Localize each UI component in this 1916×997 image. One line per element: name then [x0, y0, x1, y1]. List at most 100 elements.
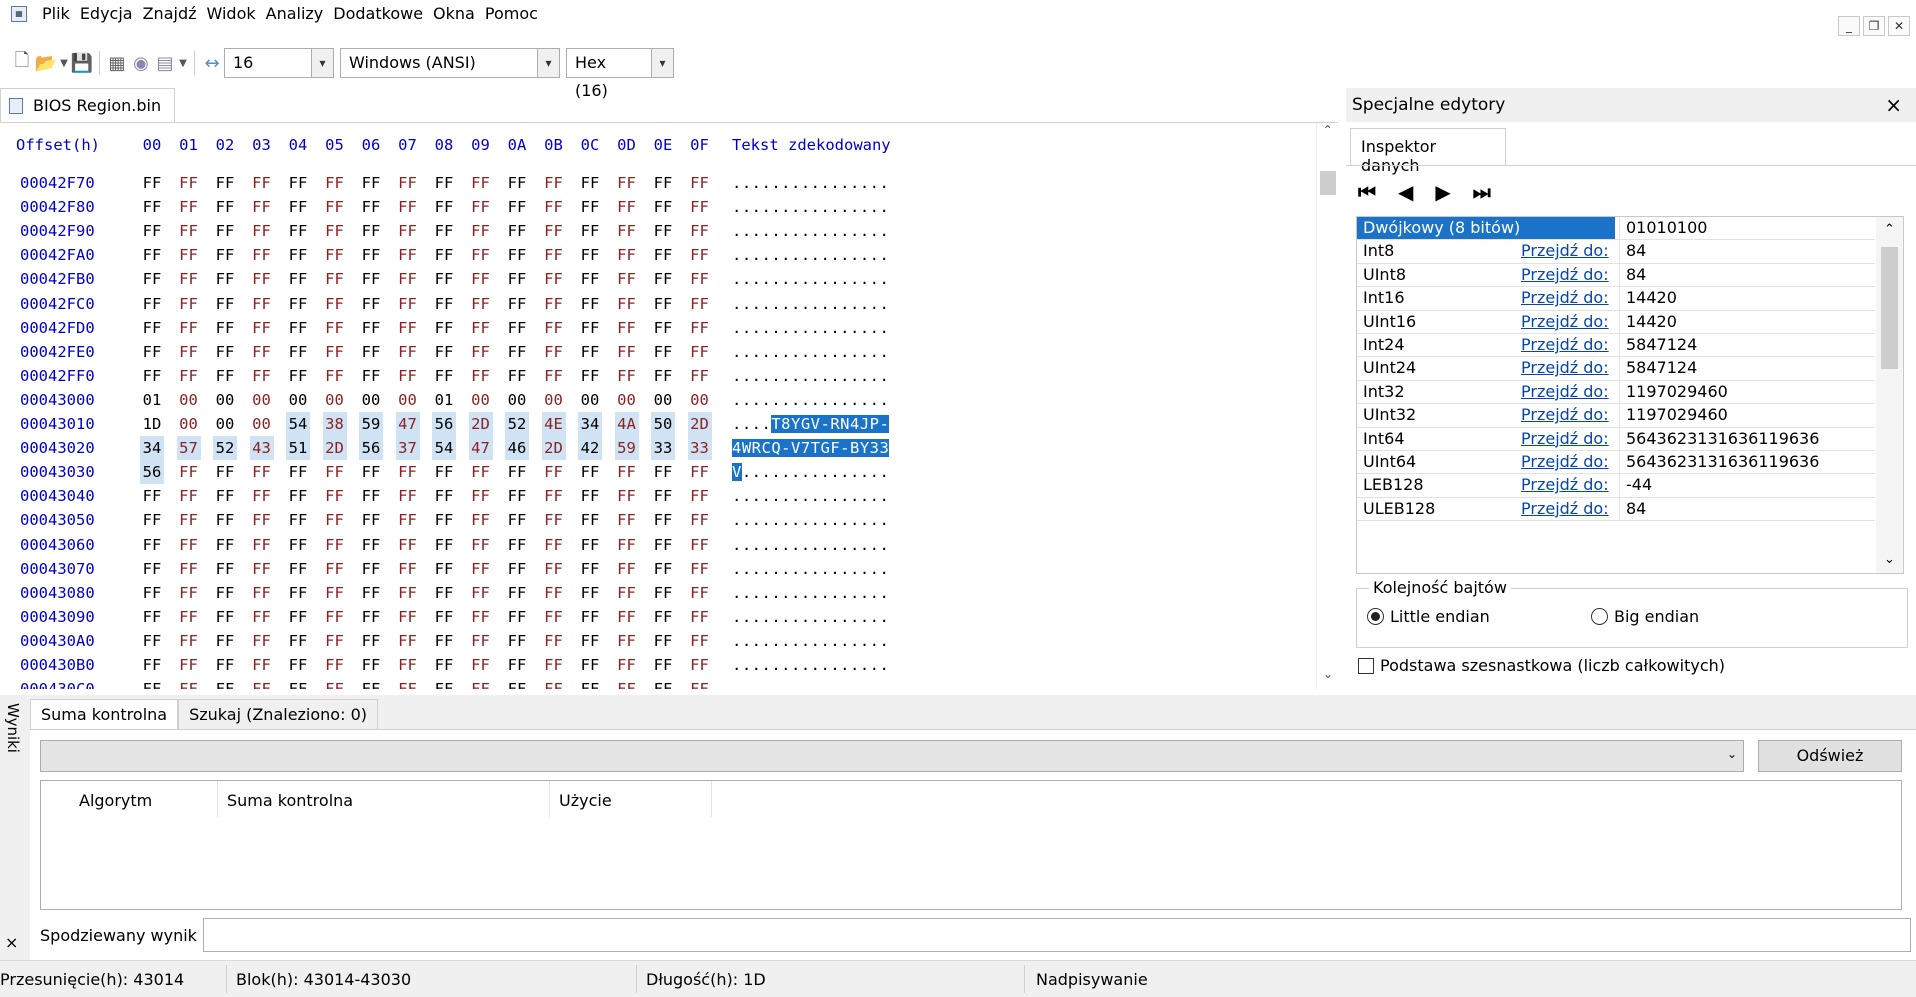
hex-byte[interactable]: 2D	[541, 436, 566, 461]
hex-byte[interactable]: FF	[213, 484, 237, 508]
hex-byte[interactable]: FF	[286, 364, 310, 388]
hex-byte[interactable]: FF	[615, 677, 639, 689]
hex-row[interactable]: 00042F80 FF FF FF FF FF FF FF FF FF FF FF FF FF FF FF FF…	[0, 195, 1316, 219]
hex-byte[interactable]: FF	[469, 460, 493, 484]
hex-byte[interactable]: FF	[213, 677, 237, 689]
hex-byte[interactable]: FF	[615, 171, 639, 195]
inspector-row[interactable]: Dwójkowy (8 bitów) 01010100	[1357, 217, 1875, 241]
hex-byte[interactable]: FF	[505, 364, 529, 388]
hex-byte[interactable]: FF	[140, 629, 164, 653]
hex-byte[interactable]: FF	[213, 340, 237, 364]
hex-byte[interactable]: FF	[250, 171, 274, 195]
goto-link[interactable]: Przejdź do:	[1521, 428, 1609, 450]
hex-byte[interactable]: FF	[250, 316, 274, 340]
hex-byte[interactable]: FF	[578, 629, 602, 653]
hex-byte[interactable]: FF	[213, 508, 237, 532]
decoded-text[interactable]: ................	[732, 292, 922, 316]
menu-find[interactable]: Znajdź	[138, 0, 202, 27]
hex-byte[interactable]: FF	[323, 364, 347, 388]
chevron-down-icon[interactable]: ▾	[537, 49, 559, 77]
hex-byte[interactable]: FF	[469, 292, 493, 316]
hex-byte[interactable]: FF	[323, 605, 347, 629]
hex-byte[interactable]: FF	[213, 171, 237, 195]
hex-byte[interactable]: FF	[250, 243, 274, 267]
hex-byte[interactable]: FF	[542, 581, 566, 605]
hex-byte[interactable]: FF	[359, 171, 383, 195]
hex-byte[interactable]: FF	[177, 508, 201, 532]
hex-view[interactable]: Offset(h) 00 01 02 03 04 05 06 07 08 09 0A 0B 0C 0D 0E 0…	[0, 123, 1316, 689]
hex-byte[interactable]: 00	[213, 412, 237, 436]
hex-byte[interactable]: FF	[213, 267, 237, 291]
hex-byte[interactable]: 43	[249, 436, 274, 461]
hex-byte[interactable]: FF	[177, 292, 201, 316]
hex-byte[interactable]: FF	[542, 195, 566, 219]
hex-byte[interactable]: FF	[213, 653, 237, 677]
hex-byte[interactable]: FF	[140, 316, 164, 340]
hex-byte[interactable]: FF	[688, 605, 712, 629]
hex-byte[interactable]: FF	[396, 653, 420, 677]
hex-byte[interactable]: 00	[688, 388, 712, 412]
hex-byte[interactable]: FF	[505, 171, 529, 195]
chevron-down-icon[interactable]: ⌄	[1727, 747, 1737, 761]
hex-byte[interactable]: FF	[542, 677, 566, 689]
hex-row[interactable]: 00042F90 FF FF FF FF FF FF FF FF FF FF FF FF FF FF FF FF…	[0, 219, 1316, 243]
hex-byte[interactable]: FF	[688, 653, 712, 677]
first-icon[interactable]: ⏮	[1358, 180, 1376, 204]
expected-result-input[interactable]	[202, 918, 1911, 952]
hex-byte[interactable]: FF	[250, 292, 274, 316]
hex-byte[interactable]: FF	[396, 484, 420, 508]
hex-byte[interactable]: FF	[578, 533, 602, 557]
new-file-icon[interactable]: 🗋	[10, 50, 34, 75]
hex-byte[interactable]: FF	[286, 195, 310, 219]
hex-byte[interactable]: 01	[432, 388, 456, 412]
hex-byte[interactable]: FF	[505, 557, 529, 581]
hex-byte[interactable]: FF	[505, 316, 529, 340]
dropdown-arrow-icon[interactable]: ▼	[58, 51, 70, 75]
hex-byte[interactable]: FF	[615, 557, 639, 581]
hex-byte[interactable]: FF	[469, 484, 493, 508]
hex-byte[interactable]: FF	[651, 267, 675, 291]
hex-byte[interactable]: FF	[213, 581, 237, 605]
decoded-text[interactable]: ................	[732, 316, 922, 340]
hex-byte[interactable]: FF	[177, 316, 201, 340]
hex-byte[interactable]: 4A	[614, 412, 639, 436]
hex-byte[interactable]: FF	[323, 508, 347, 532]
hex-byte[interactable]: FF	[688, 508, 712, 532]
hex-byte[interactable]: FF	[286, 219, 310, 243]
hex-byte[interactable]: FF	[615, 243, 639, 267]
hex-byte[interactable]: 38	[322, 412, 347, 436]
hex-byte[interactable]: FF	[177, 653, 201, 677]
hex-byte[interactable]: FF	[469, 267, 493, 291]
hex-byte[interactable]: FF	[396, 364, 420, 388]
hex-byte[interactable]: FF	[250, 677, 274, 689]
save-icon[interactable]: 💾	[70, 51, 94, 75]
hex-byte[interactable]: FF	[177, 267, 201, 291]
hex-byte[interactable]: FF	[250, 267, 274, 291]
hex-byte[interactable]: FF	[432, 557, 456, 581]
hex-byte[interactable]: FF	[396, 460, 420, 484]
hex-byte[interactable]: FF	[651, 581, 675, 605]
hex-byte[interactable]: 00	[469, 388, 493, 412]
hex-byte[interactable]: FF	[615, 508, 639, 532]
hex-byte[interactable]: FF	[140, 605, 164, 629]
hex-byte[interactable]: FF	[177, 533, 201, 557]
menu-file[interactable]: Plik	[37, 0, 75, 27]
hex-byte[interactable]: FF	[542, 533, 566, 557]
inspector-row[interactable]: LEB128 Przejdź do: -44	[1357, 474, 1875, 498]
hex-byte[interactable]: FF	[396, 243, 420, 267]
hex-byte[interactable]: FF	[323, 460, 347, 484]
hex-byte[interactable]: FF	[323, 292, 347, 316]
hex-byte[interactable]: FF	[177, 243, 201, 267]
hex-byte[interactable]: FF	[615, 629, 639, 653]
hex-byte[interactable]: FF	[469, 316, 493, 340]
hex-byte[interactable]: FF	[469, 533, 493, 557]
hex-byte[interactable]: FF	[688, 171, 712, 195]
hex-byte[interactable]: FF	[542, 484, 566, 508]
hex-byte[interactable]: FF	[469, 171, 493, 195]
hex-byte[interactable]: 56	[359, 436, 383, 461]
hex-byte[interactable]: 1D	[140, 412, 164, 436]
hex-byte[interactable]: FF	[140, 557, 164, 581]
hex-byte[interactable]: FF	[250, 533, 274, 557]
hex-byte[interactable]: FF	[578, 581, 602, 605]
hex-byte[interactable]: FF	[177, 557, 201, 581]
